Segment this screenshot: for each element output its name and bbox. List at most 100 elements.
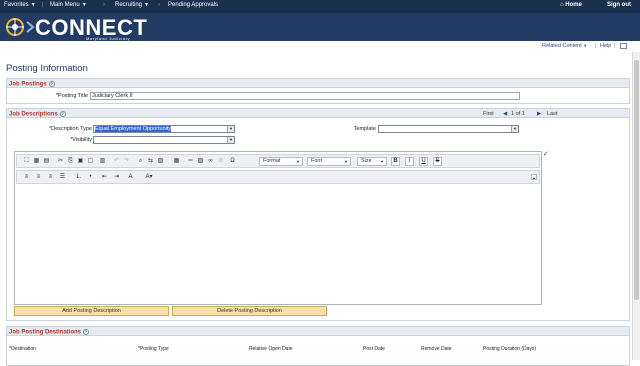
chevron-down-icon: ▼ [344,159,348,164]
replace-icon[interactable]: ⇆ [147,158,154,165]
first-link[interactable]: First [483,111,494,117]
collapse-toolbar-icon[interactable]: ✓ [543,150,549,158]
help-icon[interactable]: ? [83,328,90,335]
sign-out-link[interactable]: Sign out [607,2,631,8]
column-header: Post Date [363,346,385,352]
justify-icon[interactable]: ☰ [59,174,66,181]
related-content-label: Related Content [542,43,582,49]
bold-button[interactable]: B [391,157,400,166]
column-header: Relative Open Date [249,346,293,352]
table-icon[interactable]: ▦ [173,158,180,165]
editor-toolbar-row-2: ≡ ≡ ≡ ☰ ⒈ • ⇤ ⇥ A A▾ [16,170,540,184]
description-type-label: *Description Type [48,126,92,132]
job-postings-section: Job Postings? [6,78,630,104]
chevron-down-icon: ▼ [583,43,588,48]
last-link[interactable]: Last [547,111,557,117]
posting-title-label: *Posting Title [55,93,88,99]
next-icon[interactable]: ▶ [537,111,541,117]
templates-icon[interactable]: ▤ [43,158,50,165]
editor-toolbar-row-1: ⛶ ▦ ▤ ✂ ⎘ ▣ ▢ ▥ ↶ ↷ ⌕ ⇆ ▧ ▦ ═ ▨ ∞ ⊘ Ω Fo… [16,154,540,168]
chevron-down-icon: ▼ [511,126,518,132]
posting-title-input[interactable]: Judiciary Clerk II [90,92,520,100]
breadcrumb-separator: › [103,2,105,8]
find-icon[interactable]: ⌕ [137,158,144,165]
template-label: Template [353,126,376,132]
job-posting-destinations-section: Job Posting Destinations? *Destination *… [6,326,630,366]
strike-button[interactable]: S [433,157,442,166]
context-bar: Related Content ▼ | Help | [0,41,640,52]
font-dropdown[interactable]: Font ▼ [307,157,351,166]
size-dropdown[interactable]: Size ▼ [357,157,387,166]
favorites-menu[interactable]: Favorites ▼ [4,2,36,8]
template-select[interactable]: ▼ [378,125,519,133]
special-character-icon[interactable]: Ω [229,158,236,165]
underline-button[interactable]: U [419,157,428,166]
destinations-header: Job Posting Destinations? [7,327,629,336]
delete-posting-description-button[interactable]: Delete Posting Description [172,306,327,316]
font-label: Font [311,158,323,164]
paste-word-icon[interactable]: ▥ [99,158,106,165]
format-dropdown[interactable]: Format ▼ [259,157,303,166]
unlink-icon[interactable]: ⊘ [217,158,224,165]
bulleted-list-icon[interactable]: • [87,174,94,181]
home-label: Home [565,2,582,8]
chevron-down-icon: ▼ [227,126,234,132]
previous-icon[interactable]: ◀ [503,111,507,117]
help-link[interactable]: Help [600,43,611,49]
main-menu[interactable]: Main Menu ▼ [50,2,87,8]
paste-icon[interactable]: ▣ [77,158,84,165]
cut-icon[interactable]: ✂ [57,158,64,165]
nav-divider: | [42,2,44,8]
home-link[interactable]: ⌂ Home [560,2,582,8]
increase-indent-icon[interactable]: ⇥ [113,174,120,181]
horizontal-line-icon[interactable]: ═ [187,158,194,165]
decrease-indent-icon[interactable]: ⇤ [101,174,108,181]
column-header: *Posting Type [138,346,169,352]
main-menu-label: Main Menu [50,2,80,8]
text-color-icon[interactable]: A [127,174,134,181]
visibility-select[interactable]: ▼ [93,136,235,144]
align-center-icon[interactable]: ≡ [35,174,42,181]
background-color-icon[interactable]: A▾ [143,174,155,181]
expand-icon[interactable]: ▴ [531,174,537,180]
italic-button[interactable]: I [405,157,414,166]
align-left-icon[interactable]: ≡ [23,174,30,181]
editor-content-area[interactable] [16,186,540,302]
scrollbar-thumb[interactable] [634,60,639,300]
copy-icon[interactable]: ⎘ [67,158,74,165]
chevron-down-icon: ▼ [144,2,149,8]
chevron-down-icon: ▼ [380,159,384,164]
breadcrumb-pending-approvals[interactable]: Pending Approvals [168,2,218,8]
select-all-icon[interactable]: ▧ [157,158,164,165]
column-header: *Destination [9,346,36,352]
help-icon[interactable]: ? [48,80,55,87]
chevron-down-icon: ▼ [30,2,36,8]
context-divider: | [614,43,616,49]
rich-text-editor: ⛶ ▦ ▤ ✂ ⎘ ▣ ▢ ▥ ↶ ↷ ⌕ ⇆ ▧ ▦ ═ ▨ ∞ ⊘ Ω Fo… [14,151,542,305]
column-header: Remove Date [421,346,452,352]
format-label: Format [263,158,281,164]
paste-text-icon[interactable]: ▢ [87,158,94,165]
redo-icon[interactable]: ↷ [123,158,130,165]
undo-icon[interactable]: ↶ [113,158,120,165]
description-type-select[interactable]: Equal Employment Opportunity ▼ [93,125,235,133]
home-icon: ⌂ [560,2,564,8]
align-right-icon[interactable]: ≡ [47,174,54,181]
destinations-title: Job Posting Destinations? [9,328,90,336]
numbered-list-icon[interactable]: ⒈ [75,174,82,181]
job-postings-title: Job Postings? [9,80,55,88]
help-icon[interactable]: ? [59,110,66,117]
maximize-icon[interactable]: ⛶ [23,158,30,165]
image-icon[interactable]: ▨ [197,158,204,165]
job-descriptions-header: Job Descriptions? First ◀ 1 of 1 ▶ Last [7,109,629,118]
job-descriptions-title: Job Descriptions? [9,110,66,118]
link-icon[interactable]: ∞ [207,158,214,165]
new-window-icon[interactable] [620,43,627,49]
source-icon[interactable]: ▦ [33,158,40,165]
related-content-link[interactable]: Related Content ▼ [542,43,587,49]
description-type-value: Equal Employment Opportunity [95,126,172,132]
page-scrollbar[interactable] [632,52,640,360]
breadcrumb-recruiting[interactable]: Recruiting ▼ [115,2,149,8]
add-posting-description-button[interactable]: Add Posting Description [14,306,169,316]
recruiting-label: Recruiting [115,2,143,8]
